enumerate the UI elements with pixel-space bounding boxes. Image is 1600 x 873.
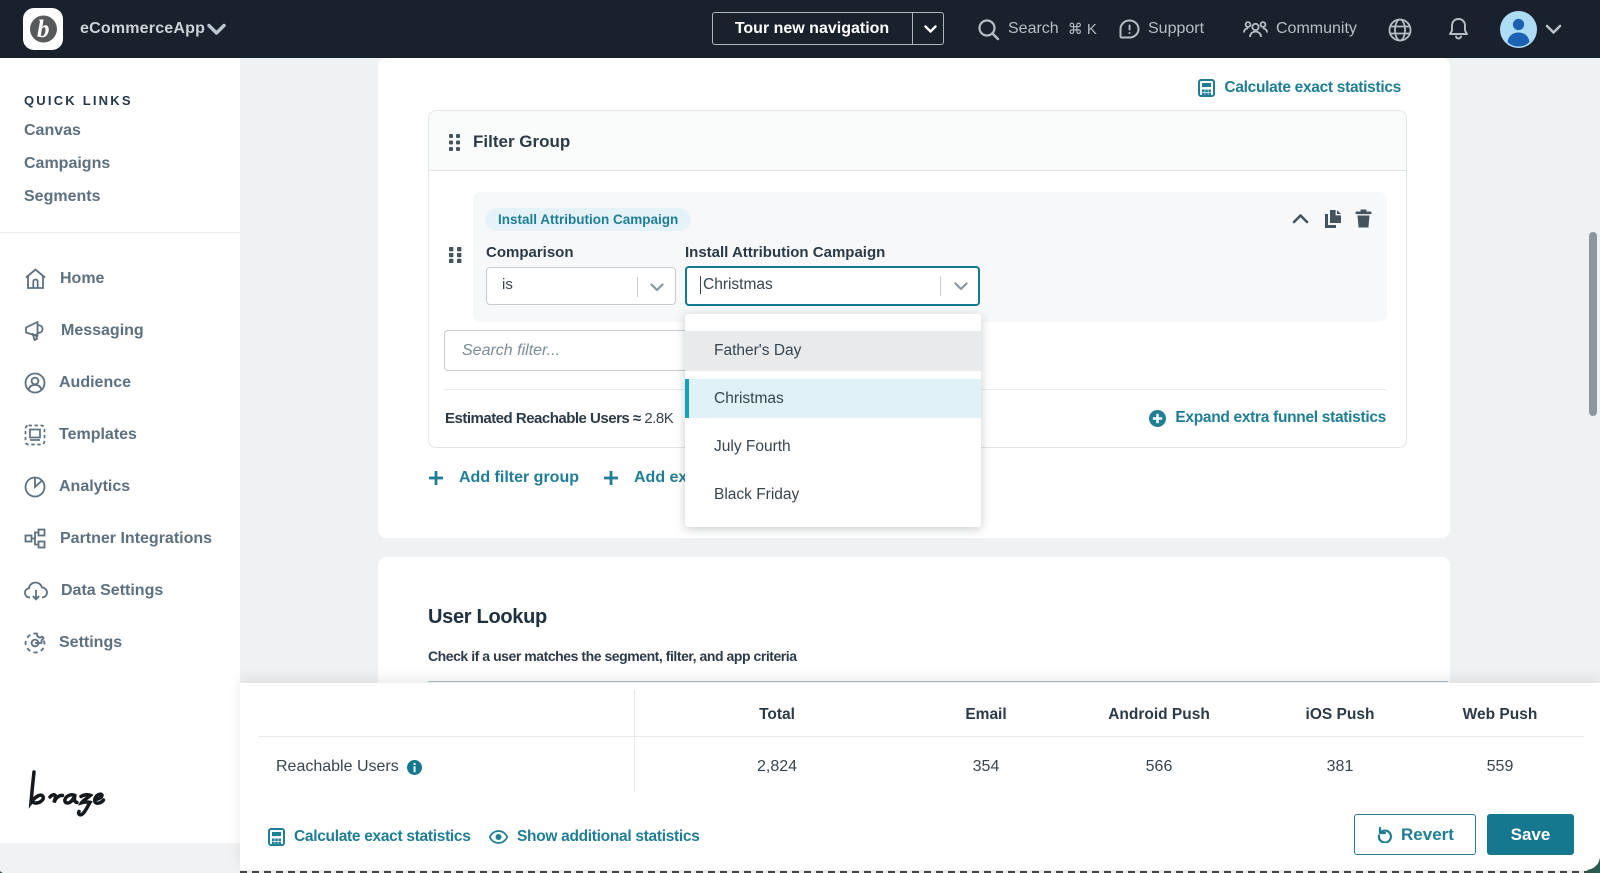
svg-text:b: b <box>37 16 50 43</box>
